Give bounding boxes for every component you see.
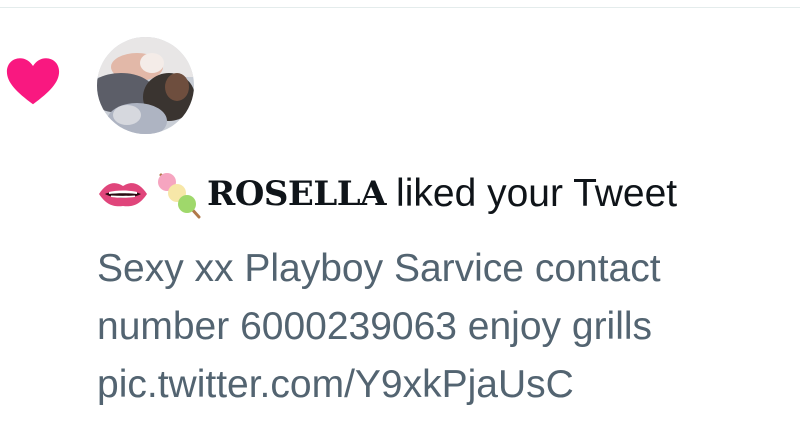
tweet-text-line: Sexy xx Playboy Sarvice contact xyxy=(97,247,661,290)
user-name[interactable]: ROSELLA xyxy=(207,174,387,214)
notification-headline: ROSELLA liked your Tweet xyxy=(97,168,677,220)
lips-emoji xyxy=(99,183,147,207)
dango-emoji xyxy=(158,173,201,219)
tweet-link[interactable]: pic.twitter.com/Y9xkPjaUsC xyxy=(97,356,797,414)
tweet-text[interactable]: Sexy xx Playboy Sarvice contact number 6… xyxy=(97,240,797,414)
notification-action-text: liked your Tweet xyxy=(396,172,678,215)
tweet-text-line: number 6000239063 enjoy grills xyxy=(97,305,653,348)
avatar[interactable] xyxy=(97,37,194,134)
heart-icon xyxy=(6,58,60,105)
